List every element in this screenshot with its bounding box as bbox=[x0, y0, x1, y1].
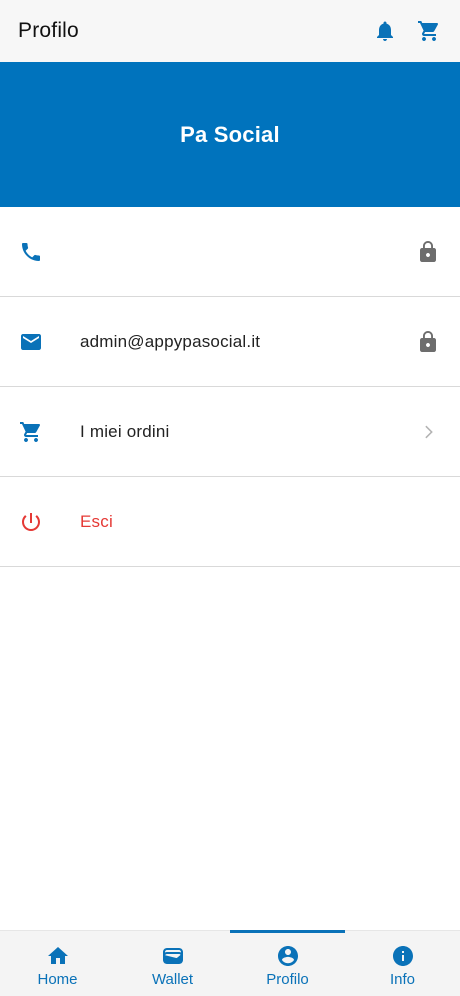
logout-row[interactable]: Esci bbox=[0, 477, 460, 567]
orders-row[interactable]: I miei ordini bbox=[0, 387, 460, 477]
profile-name: Pa Social bbox=[180, 121, 280, 147]
bell-icon[interactable] bbox=[372, 18, 398, 44]
nav-home[interactable]: Home bbox=[0, 931, 115, 996]
lock-icon bbox=[416, 330, 440, 354]
bottom-navigation: Home Wallet Profilo Info bbox=[0, 930, 460, 996]
nav-info-label: Info bbox=[389, 970, 416, 988]
orders-label: I miei ordini bbox=[80, 421, 170, 441]
info-icon bbox=[392, 945, 413, 966]
wallet-icon bbox=[162, 947, 183, 964]
phone-icon bbox=[19, 240, 43, 264]
phone-row[interactable] bbox=[0, 207, 460, 297]
email-value: admin@appypasocial.it bbox=[80, 331, 261, 351]
nav-home-label: Home bbox=[37, 970, 78, 988]
nav-info[interactable]: Info bbox=[345, 931, 460, 996]
home-icon bbox=[47, 946, 68, 964]
cart-icon bbox=[19, 420, 43, 444]
app-bar-actions bbox=[372, 18, 442, 44]
profile-list: admin@appypasocial.it I miei ordini Esci bbox=[0, 207, 460, 567]
chevron-right-icon bbox=[416, 420, 440, 444]
profile-banner: Pa Social bbox=[0, 62, 460, 207]
cart-icon[interactable] bbox=[416, 18, 442, 44]
nav-wallet-label: Wallet bbox=[151, 970, 194, 988]
page-title: Profilo bbox=[18, 19, 79, 42]
lock-icon bbox=[416, 240, 440, 264]
nav-profilo-label: Profilo bbox=[266, 970, 309, 988]
power-icon bbox=[19, 510, 43, 534]
nav-wallet[interactable]: Wallet bbox=[115, 931, 230, 996]
email-row[interactable]: admin@appypasocial.it bbox=[0, 297, 460, 387]
nav-profilo[interactable]: Profilo bbox=[230, 930, 345, 996]
app-bar: Profilo bbox=[0, 0, 460, 62]
account-circle-icon bbox=[277, 945, 298, 966]
mail-icon bbox=[19, 330, 43, 354]
logout-label: Esci bbox=[80, 511, 113, 531]
